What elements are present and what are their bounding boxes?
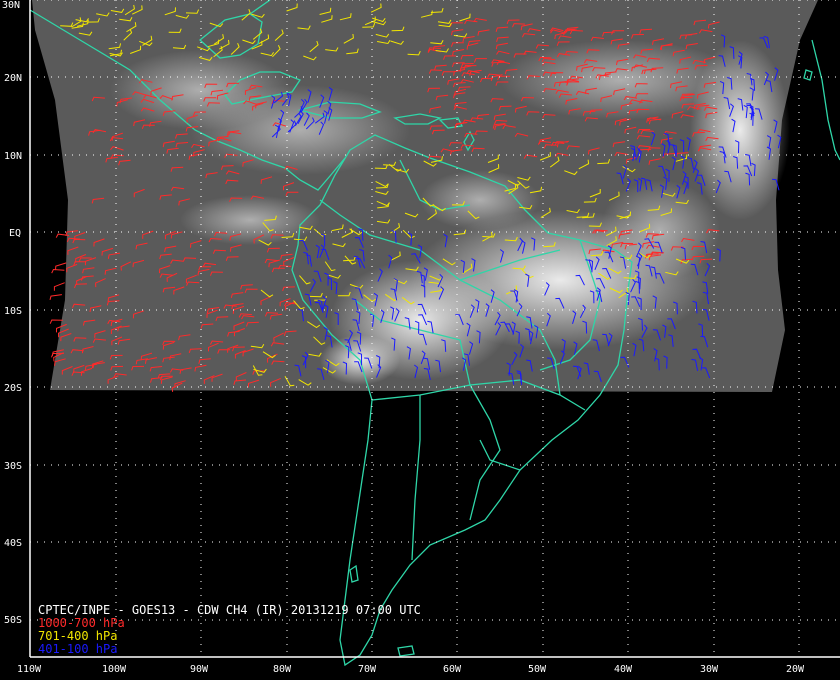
lat-label: 10N [4, 151, 22, 162]
lon-label: 30W [700, 664, 719, 675]
lat-label: 10S [4, 306, 22, 317]
lat-label: 40S [4, 538, 22, 549]
longitude-labels: 110W 100W 90W 80W 70W 60W 50W 40W 30W 20… [17, 664, 805, 675]
lat-label: EQ [9, 228, 21, 239]
lon-label: 70W [358, 664, 377, 675]
lat-label: 50S [4, 615, 22, 626]
wind-barb [55, 262, 67, 271]
lon-label: 110W [17, 664, 42, 675]
lon-label: 60W [443, 664, 462, 675]
lat-label: 20N [4, 73, 22, 84]
wind-barb [53, 282, 65, 291]
lat-label: 30S [4, 461, 22, 472]
lon-label: 50W [528, 664, 547, 675]
lat-label: 20S [4, 383, 22, 394]
satellite-wind-map: 30N 20N 10N EQ 10S 20S 30S 40S 50S 110W … [2, 0, 840, 675]
wind-barb [49, 294, 62, 301]
wind-barb [51, 268, 65, 274]
lon-label: 80W [273, 664, 292, 675]
lon-label: 40W [614, 664, 633, 675]
wind-barb [49, 319, 63, 324]
legend-high-level: 401-100 hPa [38, 642, 118, 656]
latitude-labels: 30N 20N 10N EQ 10S 20S 30S 40S 50S [2, 0, 22, 626]
lon-label: 90W [190, 664, 209, 675]
lon-label: 20W [786, 664, 805, 675]
lon-label: 100W [102, 664, 127, 675]
lat-label: 30N [2, 0, 20, 11]
